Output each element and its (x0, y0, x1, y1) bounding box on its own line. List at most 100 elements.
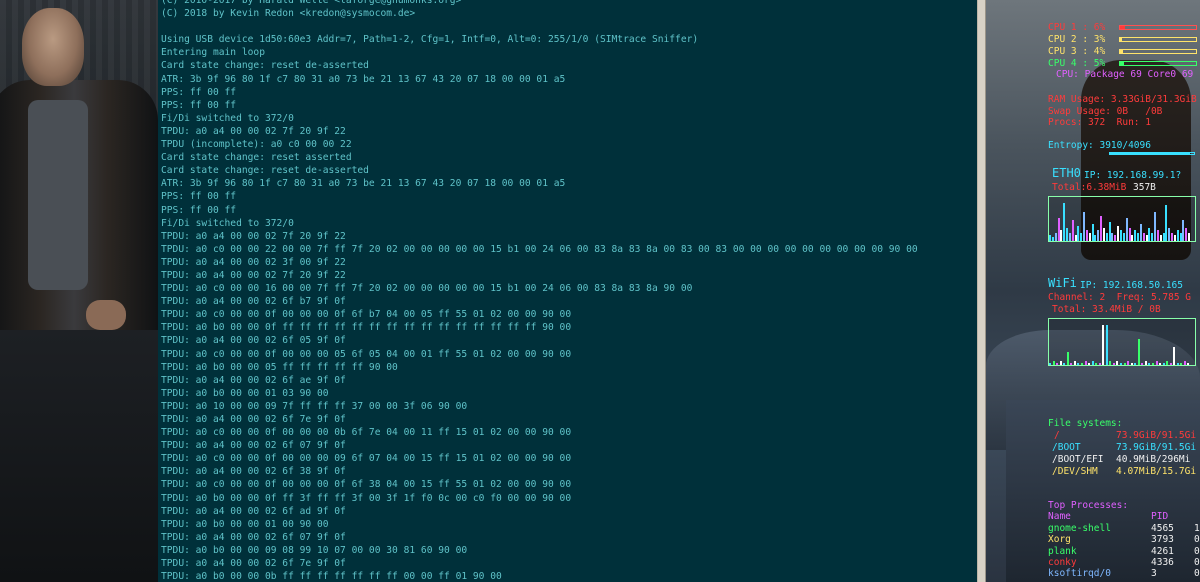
graph-spike (1109, 361, 1111, 365)
eth-traffic-graph (1048, 196, 1196, 242)
graph-spike (1116, 361, 1118, 365)
terminal-line: TPDU: a0 a4 00 00 02 7f 20 9f 22 (161, 125, 346, 137)
graph-spike (1081, 363, 1083, 365)
cpu-2-bar (1119, 37, 1197, 42)
graph-spike (1094, 235, 1096, 241)
proc-name: gnome-shell (1048, 523, 1111, 534)
terminal-line: TPDU: a0 c0 00 00 0f 00 00 00 0f 6f b7 0… (161, 309, 572, 321)
graph-spike (1088, 363, 1090, 365)
graph-spike (1053, 361, 1055, 365)
wifi-total: Total: 33.4MiB / 0B (1052, 304, 1161, 315)
graph-spike (1166, 361, 1168, 365)
terminal-line: TPDU: a0 a4 00 00 02 6f 38 9f 0f (161, 466, 346, 478)
terminal-line: TPDU: a0 b0 00 00 0b ff ff ff ff ff ff f… (161, 571, 502, 582)
terminal-line: TPDU: a0 b0 00 00 09 08 99 10 07 00 00 3… (161, 544, 468, 556)
graph-spike (1100, 216, 1102, 241)
cpu-4-label: CPU 4 : 5% (1048, 58, 1106, 69)
terminal-line: TPDU: a0 a4 00 00 02 6f 7e 9f 0f (161, 414, 346, 425)
terminal-line: (C) 2010-2017 by Harald Welte <laforge@g… (161, 0, 462, 6)
fs-mount-boot-efi: /BOOT/EFI (1052, 454, 1104, 465)
terminal-line: TPDU: a0 c0 00 00 16 00 00 7f ff 7f 20 0… (161, 283, 693, 295)
graph-spike (1060, 230, 1062, 241)
graph-spike (1156, 361, 1158, 365)
graph-spike (1152, 363, 1154, 365)
terminal-line: (C) 2018 by Kevin Redon <kredon@sysmocom… (161, 8, 416, 20)
terminal-line: TPDU: a0 b0 00 00 0f ff 3f ff ff 3f 00 3… (161, 492, 572, 504)
proc-extra: 0 (1194, 546, 1200, 557)
terminal-line: TPDU: a0 a4 00 00 02 6f ae 9f 0f (161, 374, 346, 386)
terminal-line: TPDU: a0 c0 00 00 0f 00 00 00 0b 6f 7e 0… (161, 427, 572, 439)
graph-spike (1092, 361, 1094, 365)
terminal-line: TPDU: a0 a4 00 00 02 6f 05 9f 0f (161, 335, 346, 347)
graph-spike (1154, 212, 1156, 241)
proc-extra: 0 (1194, 568, 1200, 579)
terminal-line: TPDU: a0 c0 00 00 0f 00 00 00 09 6f 07 0… (161, 453, 572, 465)
graph-spike (1099, 363, 1101, 365)
proc-extra: 0 (1194, 534, 1200, 545)
graph-spike (1067, 352, 1069, 365)
graph-spike (1148, 363, 1150, 365)
graph-spike (1177, 363, 1179, 365)
terminal-line: PPS: ff 00 ff (161, 191, 237, 203)
cpu-1-label: CPU 1 : 6% (1048, 22, 1106, 33)
terminal-line: TPDU: a0 10 00 00 09 7f ff ff ff 37 00 0… (161, 400, 468, 412)
terminal-line: Fi/Di switched to 372/0 (161, 112, 294, 124)
graph-spike (1120, 230, 1122, 241)
graph-spike (1052, 237, 1054, 241)
wallpaper-figure-head (22, 8, 84, 86)
graph-spike (1171, 233, 1173, 241)
graph-spike (1188, 233, 1190, 241)
wallpaper-right: CPU 1 : 6% CPU 2 : 3% CPU 3 : 4% CPU 4 :… (986, 0, 1200, 582)
terminal-line: TPDU: a0 a4 00 00 02 6f ad 9f 0f (161, 505, 346, 517)
graph-spike (1066, 228, 1068, 241)
graph-spike (1120, 363, 1122, 365)
cpu-4-bar (1119, 61, 1197, 66)
graph-spike (1063, 203, 1065, 241)
graph-spike (1134, 230, 1136, 241)
graph-spike (1055, 233, 1057, 241)
graph-spike (1143, 233, 1145, 241)
graph-spike (1077, 363, 1079, 365)
entropy: Entropy: 3910/4096 (1048, 140, 1151, 151)
wallpaper-figure-legs (0, 330, 158, 582)
terminal-line: TPDU: a0 a4 00 00 02 6f 07 9f 0f (161, 440, 346, 452)
proc-extra: 0 (1194, 557, 1200, 568)
graph-spike (1184, 361, 1186, 365)
graph-spike (1180, 363, 1182, 365)
proc-pid: 3 (1151, 568, 1157, 579)
graph-spike (1127, 361, 1129, 365)
graph-spike (1131, 235, 1133, 241)
graph-spike (1106, 325, 1108, 365)
terminal-line: PPS: ff 00 ff (161, 99, 237, 111)
graph-spike (1163, 363, 1165, 365)
graph-spike (1177, 230, 1179, 241)
eth-total: Total:6.38MiB (1052, 182, 1127, 193)
proc-name: plank (1048, 546, 1077, 557)
top-processes-title: Top Processes: (1048, 500, 1129, 511)
proc-pid: 3793 (1151, 534, 1174, 545)
graph-spike (1049, 363, 1051, 365)
terminal-line: Using USB device 1d50:60e3 Addr=7, Path=… (161, 34, 699, 46)
graph-spike (1159, 363, 1161, 365)
graph-spike (1124, 363, 1126, 365)
terminal-line: TPDU: a0 b0 00 00 0f ff ff ff ff ff ff f… (161, 322, 572, 334)
graph-spike (1086, 230, 1088, 241)
graph-spike (1131, 363, 1133, 365)
terminal-line: Card state change: reset asserted (161, 152, 352, 164)
proc-extra: 1 (1194, 523, 1200, 534)
conky-monitor: CPU 1 : 6% CPU 2 : 3% CPU 3 : 4% CPU 4 :… (986, 0, 1200, 582)
graph-spike (1137, 233, 1139, 241)
terminal-line: TPDU: a0 a4 00 00 02 7f 20 9f 22 (161, 230, 346, 242)
fs-title: File systems: (1048, 418, 1123, 429)
graph-spike (1140, 224, 1142, 241)
graph-spike (1134, 363, 1136, 365)
graph-spike (1182, 220, 1184, 241)
graph-spike (1103, 228, 1105, 241)
terminal-window[interactable]: (C) 2010-2017 by Harald Welte <laforge@g… (158, 0, 977, 582)
terminal-line: PPS: ff 00 ff (161, 86, 237, 98)
graph-spike (1083, 212, 1085, 241)
procs-count: Procs: 372 Run: 1 (1048, 117, 1151, 128)
graph-spike (1106, 233, 1108, 241)
window-divider-handle[interactable] (977, 0, 986, 582)
entropy-bar (1109, 152, 1195, 155)
